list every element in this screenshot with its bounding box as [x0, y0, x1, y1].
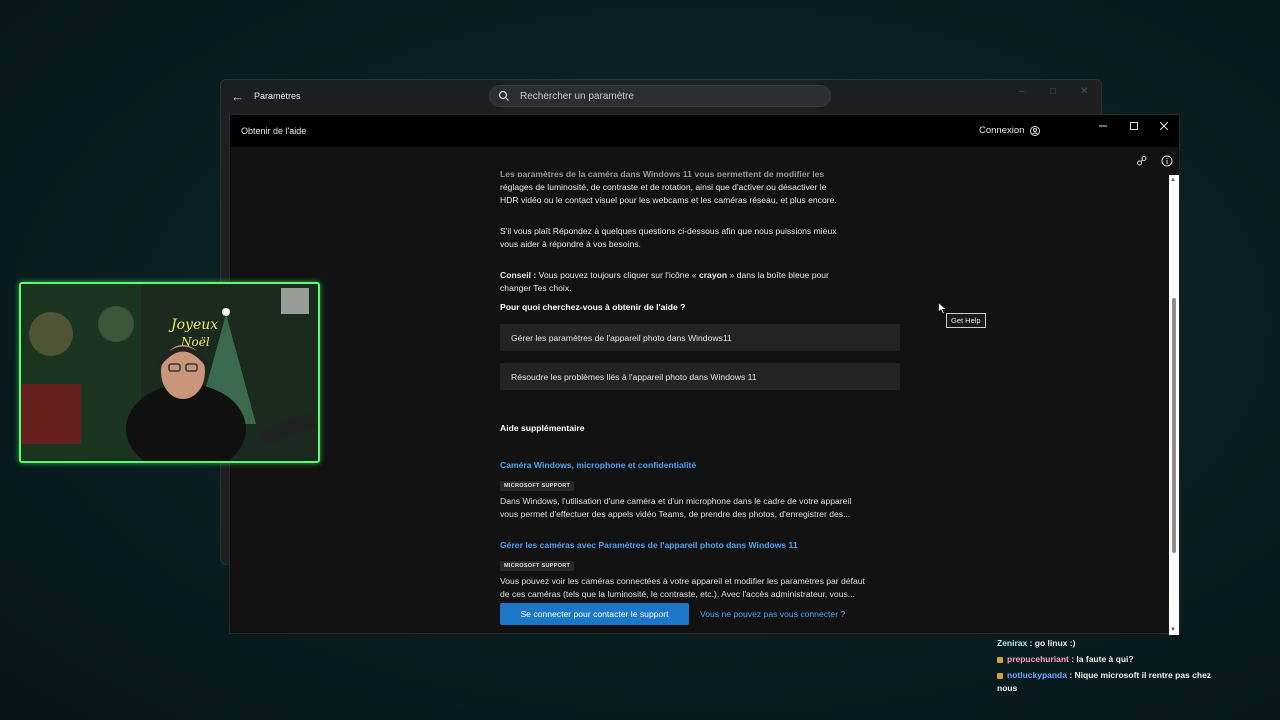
chat-panel: Zenirax : go linux :) prepucehuriant : l…	[997, 637, 1227, 698]
minimize-button[interactable]	[1091, 118, 1115, 134]
close-icon	[1160, 122, 1168, 130]
close-button[interactable]	[1152, 118, 1176, 134]
article-card: Gérer les caméras avec Paramètres de l'a…	[500, 540, 920, 600]
prompt-line: S'il vous plaît Répondez à quelques ques…	[500, 226, 837, 236]
settings-titlebar: ← Paramètres – □ ✕	[221, 80, 1101, 114]
contact-support-button[interactable]: Se connecter pour contacter le support	[500, 603, 689, 625]
option-manage-camera-settings[interactable]: Gérer les paramètres de l'appareil photo…	[500, 324, 900, 351]
webcam-overlay: K Joyeux Noël	[19, 282, 320, 463]
chat-text: : go linux :)	[1027, 638, 1076, 648]
close-icon[interactable]: ✕	[1080, 86, 1088, 97]
sign-in-label: Connexion	[979, 125, 1025, 136]
scrollbar[interactable]: ▲ ▼	[1169, 175, 1179, 635]
settings-search-box[interactable]	[489, 85, 831, 107]
prompt-line: vous aider à répondre à vos besoins.	[500, 238, 641, 249]
more-help-heading: Aide supplémentaire	[500, 423, 585, 433]
tip-text: » dans la boîte bleue pour	[727, 270, 829, 280]
settings-title: Paramètres	[254, 91, 301, 101]
svg-text:Joyeux: Joyeux	[168, 317, 218, 333]
info-icon[interactable]	[1161, 155, 1173, 167]
prompt-paragraph: S'il vous plaît Répondez à quelques ques…	[500, 225, 920, 250]
article-description: de ces caméras (tels que la luminosité, …	[500, 588, 855, 599]
intro-line: HDR vidéo ou le contact visuel pour les …	[500, 194, 837, 205]
search-icon	[498, 90, 509, 101]
help-titlebar: Obtenir de l'aide Connexion	[230, 115, 1179, 147]
chat-text: : la faute à qui?	[1068, 654, 1134, 664]
scroll-thumb[interactable]	[1172, 298, 1176, 553]
article-card: Caméra Windows, microphone et confidenti…	[500, 460, 920, 520]
badge-icon	[997, 672, 1003, 679]
get-help-window: Obtenir de l'aide Connexion Les paramètr…	[229, 114, 1180, 635]
article-description: Dans Windows, l'utilisation d'une caméra…	[500, 496, 852, 506]
maximize-button[interactable]	[1122, 118, 1146, 134]
scroll-down-icon[interactable]: ▼	[1170, 627, 1176, 633]
option-troubleshoot-camera[interactable]: Résoudre les problèmes liés à l'appareil…	[500, 363, 900, 390]
cant-sign-in-link[interactable]: Vous ne pouvez pas vous connecter ?	[700, 609, 845, 619]
chat-message: prepucehuriant : la faute à qui?	[997, 653, 1227, 666]
tip-text: Vous pouvez toujours cliquer sur l'icône…	[536, 270, 699, 280]
share-icon[interactable]	[1136, 155, 1148, 167]
help-window-title: Obtenir de l'aide	[241, 126, 307, 136]
scroll-up-icon[interactable]: ▲	[1170, 177, 1176, 183]
article-description: vous permet d'effectuer des appels vidéo…	[500, 508, 851, 519]
source-badge: MICROSOFT SUPPORT	[500, 561, 575, 571]
source-badge: MICROSOFT SUPPORT	[500, 481, 575, 491]
chat-message: Zenirax : go linux :)	[997, 637, 1227, 650]
streamer-camera-image: Joyeux Noël	[21, 284, 318, 461]
settings-search-input[interactable]	[518, 89, 822, 103]
tip-line: Conseil : Vous pouvez toujours cliquer s…	[500, 269, 920, 282]
intro-line: réglages de luminosité, de contraste et …	[500, 182, 827, 192]
tip-keyword: crayon	[698, 270, 728, 280]
minimize-icon	[1099, 125, 1107, 127]
article-title-link[interactable]: Gérer les caméras avec Paramètres de l'a…	[500, 540, 920, 550]
chat-username: Zenirax	[997, 638, 1028, 648]
intro-faded-line: Les paramètres de la caméra dans Windows…	[500, 171, 825, 177]
chat-username: notluckypanda	[1007, 670, 1067, 680]
badge-icon	[997, 656, 1003, 663]
article-description: Vous pouvez voir les caméras connectées …	[500, 576, 865, 586]
intro-paragraph: réglages de luminosité, de contraste et …	[500, 181, 920, 206]
person-icon	[1030, 125, 1041, 136]
back-arrow-icon[interactable]: ←	[231, 89, 244, 104]
maximize-icon[interactable]: □	[1050, 86, 1056, 97]
tip-label: Conseil :	[500, 270, 537, 280]
tip-line: changer Tes choix.	[500, 282, 572, 293]
question-heading: Pour quoi cherchez-vous à obtenir de l'a…	[500, 302, 686, 312]
article-title-link[interactable]: Caméra Windows, microphone et confidenti…	[500, 460, 920, 470]
chat-username: prepucehuriant	[1007, 654, 1069, 664]
tip-paragraph: Conseil : Vous pouvez toujours cliquer s…	[500, 269, 920, 294]
chat-message: notluckypanda : Nique microsoft il rentr…	[997, 669, 1227, 695]
minimize-icon[interactable]: –	[1019, 86, 1025, 97]
tooltip: Get Help	[946, 313, 986, 328]
sign-in-button[interactable]: Connexion	[979, 125, 1041, 136]
maximize-icon	[1130, 122, 1138, 130]
